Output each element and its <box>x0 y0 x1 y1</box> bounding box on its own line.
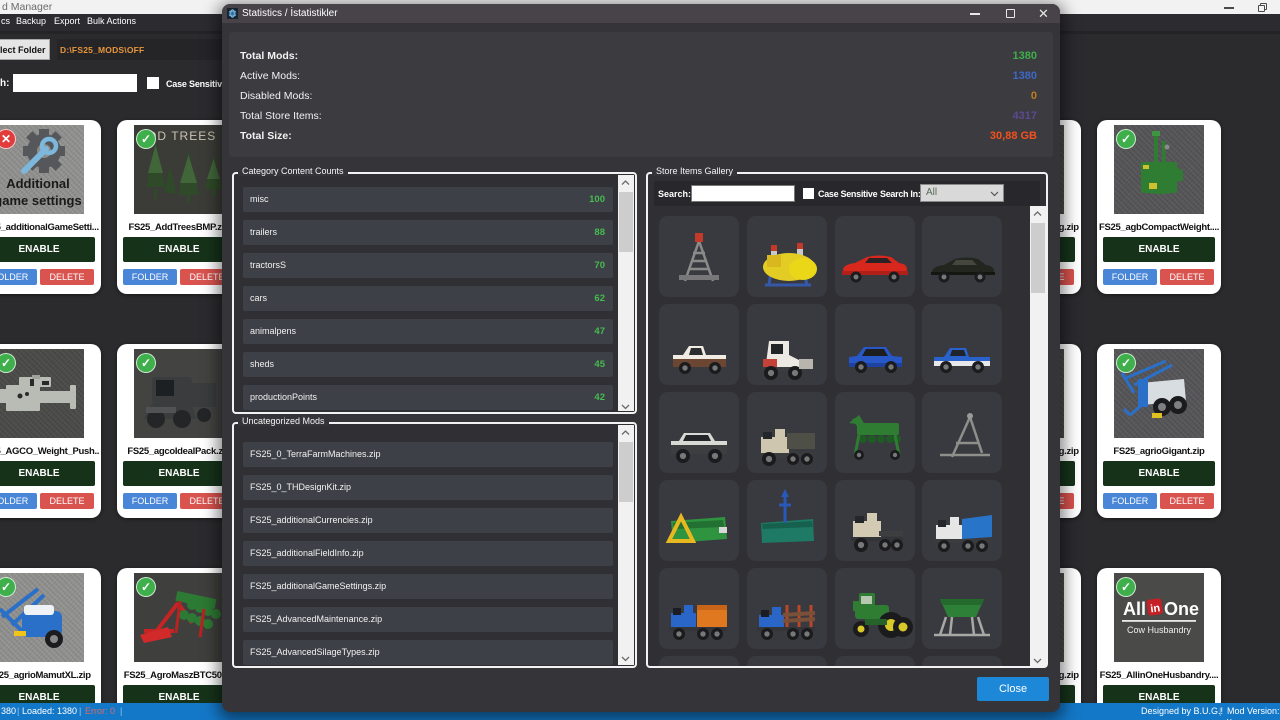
svg-text:Cow Husbandry: Cow Husbandry <box>1127 625 1192 635</box>
svg-text:One: One <box>1164 599 1199 619</box>
svg-text:game settings: game settings <box>0 193 82 208</box>
svg-text:DD TREES: DD TREES <box>148 129 216 143</box>
svg-text:in: in <box>1150 602 1162 615</box>
svg-text:All: All <box>1123 599 1146 619</box>
svg-text:Additional: Additional <box>6 176 70 191</box>
